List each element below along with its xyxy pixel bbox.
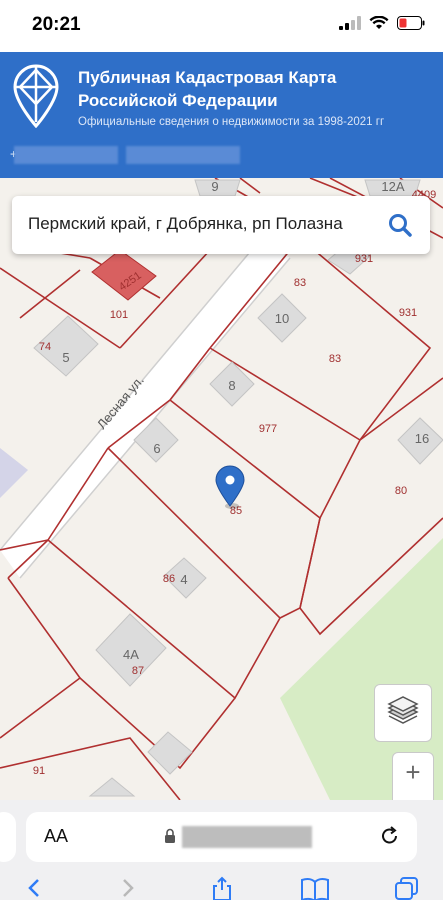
layers-icon	[387, 696, 419, 724]
building-number: 8	[228, 378, 235, 393]
parcel-number: 931	[355, 253, 373, 265]
building-number: 10	[275, 311, 289, 326]
building-number: 9	[211, 179, 218, 194]
search-icon[interactable]	[388, 213, 412, 237]
browser-nav-row	[0, 872, 443, 900]
bookmarks-icon[interactable]	[300, 876, 330, 900]
parcel-number: 91	[33, 765, 45, 777]
tabs-icon[interactable]	[394, 876, 420, 900]
page-subtitle: Официальные сведения о недвижимости за 1…	[78, 116, 385, 128]
lock-icon	[165, 828, 175, 843]
building-number: 6	[153, 441, 160, 456]
parcel-number: 101	[110, 309, 128, 321]
page-title: Публичная Кадастровая Карта Российской Ф…	[78, 68, 337, 110]
status-icons	[339, 16, 425, 30]
reader-aa-button[interactable]: AA	[44, 826, 68, 847]
parcel-number: 74	[39, 341, 51, 353]
building-number: 4А	[123, 647, 139, 662]
forward-icon[interactable]	[120, 876, 136, 900]
blurred-link-2[interactable]	[126, 146, 240, 164]
search-input[interactable]: Пермский край, г Добрянка, рп Полазна	[28, 214, 343, 234]
building-number: 5	[62, 350, 69, 365]
site-header: Публичная Кадастровая Карта Российской Ф…	[0, 52, 443, 178]
previous-tab-pill[interactable]	[0, 812, 16, 862]
parcel-number: 86	[163, 573, 175, 585]
search-box[interactable]: Пермский край, г Добрянка, рп Полазна	[12, 196, 430, 254]
battery-icon	[397, 16, 425, 30]
cadastre-logo-icon[interactable]	[12, 64, 60, 128]
building-number: 16	[415, 431, 429, 446]
building-number: 12А	[381, 179, 404, 194]
address-bar[interactable]: AA	[26, 812, 417, 862]
reload-icon[interactable]	[379, 825, 401, 847]
parcel-number: 87	[132, 665, 144, 677]
url-text-blurred[interactable]	[182, 826, 312, 848]
wifi-icon	[369, 16, 389, 29]
building-number: 4	[180, 572, 187, 587]
signal-icon	[339, 16, 361, 30]
zoom-in-button[interactable]: +	[392, 752, 434, 802]
parcel-number: 83	[294, 277, 306, 289]
parcel-number: 977	[259, 423, 277, 435]
parcel-number: 931	[399, 307, 417, 319]
browser-toolbar: AA	[0, 800, 443, 900]
blurred-link-1[interactable]	[14, 146, 118, 164]
layers-button[interactable]	[374, 684, 432, 742]
status-bar: 20:21	[0, 0, 443, 52]
share-icon[interactable]	[210, 876, 234, 900]
parcel-number: 83	[329, 353, 341, 365]
status-time: 20:21	[32, 14, 81, 35]
parcel-number: 80	[395, 485, 407, 497]
back-icon[interactable]	[26, 876, 42, 900]
